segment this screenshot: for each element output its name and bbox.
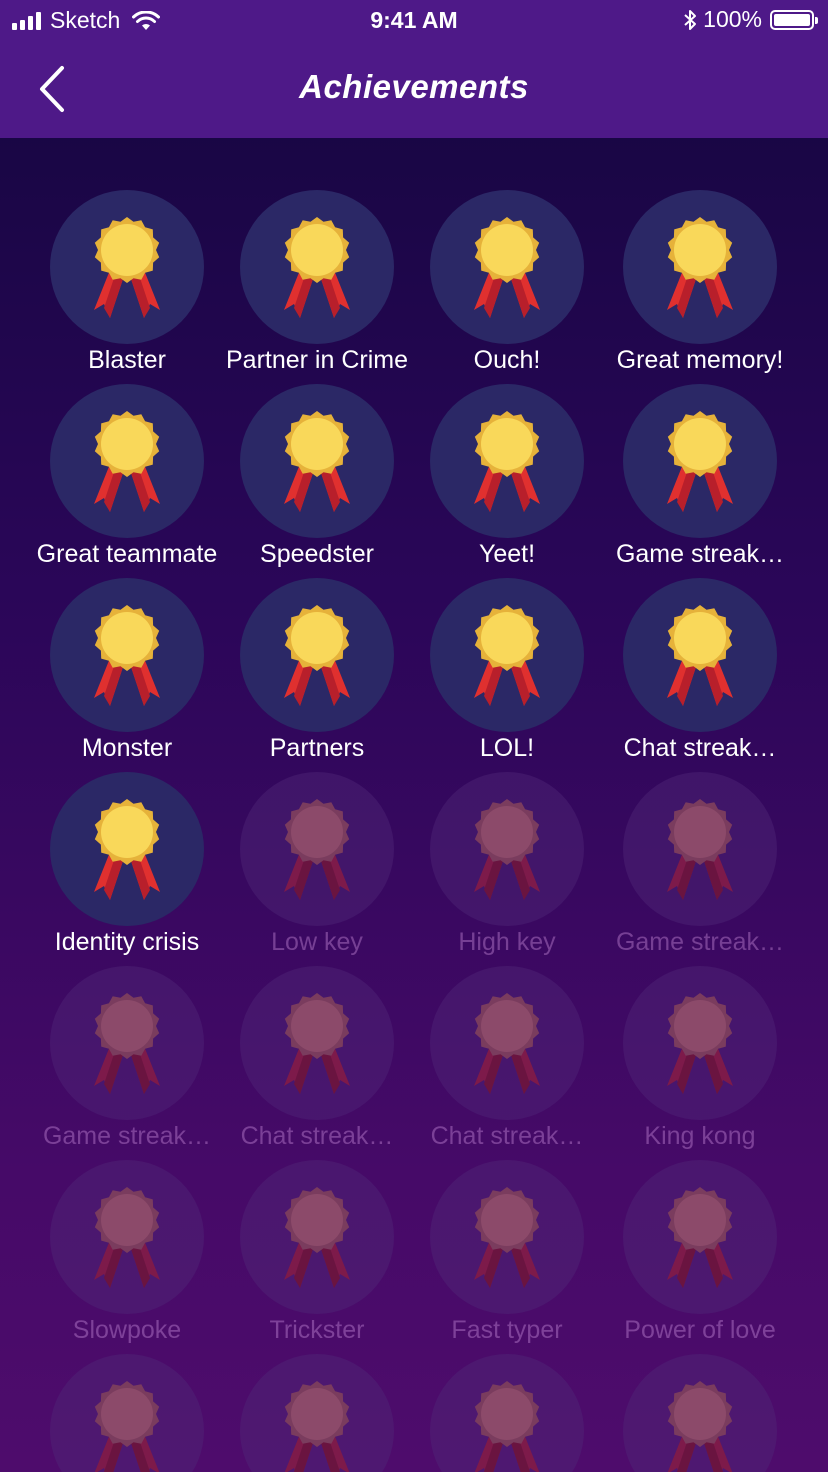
header: Sketch 9:41 AM 100% Achievements <box>0 0 828 138</box>
badge-circle <box>430 578 584 732</box>
badge-circle <box>240 772 394 926</box>
badge-circle <box>50 1354 204 1472</box>
achievement-label: Fast typer <box>451 1316 563 1344</box>
achievement-label: Ouch! <box>473 346 541 374</box>
medal-icon <box>94 799 160 900</box>
medal-icon <box>667 605 733 706</box>
medal-icon <box>474 1381 540 1472</box>
bluetooth-icon <box>684 9 697 30</box>
achievement-label: Chat streak… <box>240 1122 394 1150</box>
achievement-label: Low key <box>271 928 363 956</box>
medal-icon <box>94 605 160 706</box>
medal-icon <box>94 1381 160 1472</box>
medal-icon <box>284 1187 350 1288</box>
achievement-label: Trickster <box>269 1316 365 1344</box>
badge-circle <box>50 772 204 926</box>
badge-circle <box>50 966 204 1120</box>
achievement-label: Chat streak… <box>430 1122 584 1150</box>
medal-icon <box>474 993 540 1094</box>
badge-circle <box>623 1354 777 1472</box>
badge-circle <box>623 1160 777 1314</box>
badge-circle <box>623 384 777 538</box>
medal-icon <box>474 799 540 900</box>
badge-circle <box>50 1160 204 1314</box>
medal-icon <box>474 217 540 318</box>
badge-circle <box>623 578 777 732</box>
achievement-label: Game streak… <box>615 540 785 568</box>
medal-icon <box>284 993 350 1094</box>
medal-icon <box>284 217 350 318</box>
achievement-label: Great memory! <box>616 346 784 374</box>
achievement-label: Chat streak… <box>623 734 777 762</box>
badge-circle <box>623 190 777 344</box>
achievement-label: Partners <box>269 734 365 762</box>
medal-icon <box>667 993 733 1094</box>
achievement-label: Identity crisis <box>54 928 200 956</box>
achievement-label: Yeet! <box>478 540 536 568</box>
medal-icon <box>284 411 350 512</box>
badge-circle <box>430 772 584 926</box>
medal-icon <box>284 799 350 900</box>
badge-circle <box>50 578 204 732</box>
achievement-label: Speedster <box>260 540 374 568</box>
medal-icon <box>94 411 160 512</box>
badge-circle <box>50 190 204 344</box>
badge-circle <box>240 1354 394 1472</box>
achievement-label: King kong <box>644 1122 756 1150</box>
battery-percentage: 100% <box>703 6 762 32</box>
medal-icon <box>284 1381 350 1472</box>
badge-circle <box>50 384 204 538</box>
badge-circle <box>240 1160 394 1314</box>
medal-icon <box>474 1187 540 1288</box>
medal-icon <box>667 411 733 512</box>
achievement-label: LOL! <box>479 734 535 762</box>
achievement-label: Game streak… <box>42 1122 212 1150</box>
badge-circle <box>623 772 777 926</box>
achievement-label: Great teammate <box>36 540 218 568</box>
badge-circle <box>240 578 394 732</box>
badge-circle <box>623 966 777 1120</box>
badge-circle <box>430 1160 584 1314</box>
badge-circle <box>430 966 584 1120</box>
achievement-label: Power of love <box>624 1316 776 1344</box>
achievement-label: Monster <box>81 734 173 762</box>
achievement-label: Slowpoke <box>72 1316 182 1344</box>
page-title: Achievements <box>299 68 529 105</box>
achievement-label: High key <box>458 928 556 956</box>
medal-icon <box>94 1187 160 1288</box>
medal-icon <box>474 605 540 706</box>
achievements-grid: Blaster Partner in Crime Ouch! Great memory… <box>0 138 828 1472</box>
achievement-label: Game streak… <box>615 928 785 956</box>
achievement-label: Partner in Crime <box>226 346 408 374</box>
badge-circle <box>240 190 394 344</box>
badge-circle <box>430 190 584 344</box>
achievement-label: Blaster <box>88 346 166 374</box>
medal-icon <box>667 1381 733 1472</box>
badge-circle <box>430 384 584 538</box>
medal-icon <box>667 1187 733 1288</box>
battery-icon <box>770 9 818 30</box>
status-bar: Sketch 9:41 AM 100% <box>0 0 828 42</box>
medal-icon <box>284 605 350 706</box>
badge-circle <box>430 1354 584 1472</box>
medal-icon <box>667 217 733 318</box>
medal-icon <box>94 993 160 1094</box>
medal-icon <box>474 411 540 512</box>
medal-icon <box>94 217 160 318</box>
badge-circle <box>240 966 394 1120</box>
badge-circle <box>240 384 394 538</box>
medal-icon <box>667 799 733 900</box>
